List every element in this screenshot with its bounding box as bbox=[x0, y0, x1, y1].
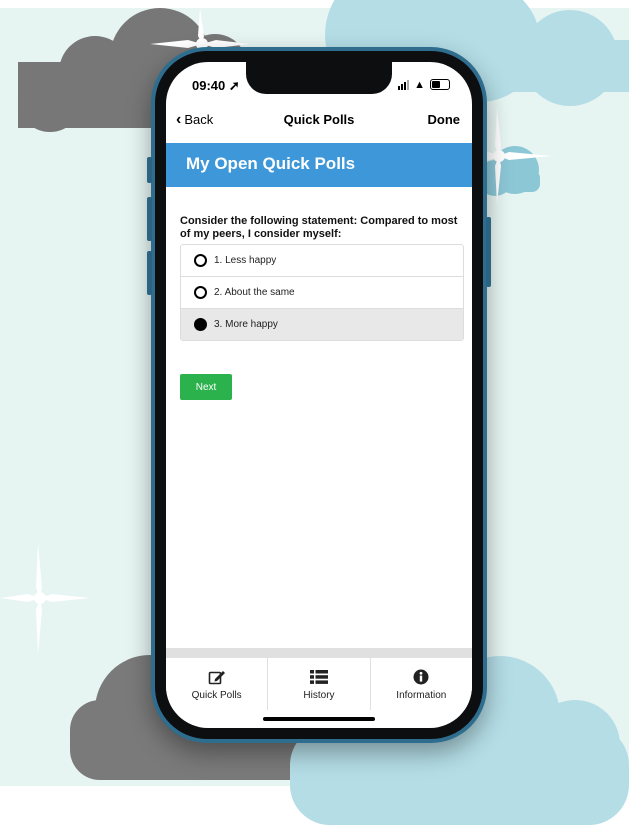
radio-selected-icon[interactable] bbox=[194, 318, 207, 331]
app-screen: 09:40 ➚ ▲ ‹ Back Quick Polls Done My Ope… bbox=[166, 62, 472, 728]
edit-icon bbox=[208, 668, 226, 686]
tab-quick-polls[interactable]: Quick Polls bbox=[166, 658, 267, 710]
phone-bezel: 09:40 ➚ ▲ ‹ Back Quick Polls Done My Ope… bbox=[155, 51, 483, 739]
tab-information[interactable]: Information bbox=[369, 658, 472, 710]
info-icon bbox=[413, 668, 429, 686]
page-header: My Open Quick Polls bbox=[166, 143, 472, 187]
radio-empty-icon[interactable] bbox=[194, 286, 207, 299]
tab-label: Quick Polls bbox=[191, 690, 242, 701]
wifi-icon: ▲ bbox=[414, 78, 425, 91]
notch bbox=[246, 62, 392, 94]
volume-up-button bbox=[147, 197, 152, 241]
poll-options: 1. Less happy 2. About the same 3. More … bbox=[180, 244, 464, 341]
home-indicator bbox=[263, 717, 375, 721]
signal-icon bbox=[398, 79, 410, 90]
tab-history[interactable]: History bbox=[267, 658, 369, 710]
tabbar-divider bbox=[166, 648, 472, 658]
next-button[interactable]: Next bbox=[180, 374, 232, 400]
nav-title: Quick Polls bbox=[283, 112, 355, 127]
list-icon bbox=[309, 668, 328, 686]
phone-frame: 09:40 ➚ ▲ ‹ Back Quick Polls Done My Ope… bbox=[147, 47, 491, 743]
done-button[interactable]: Done bbox=[428, 112, 461, 127]
volume-down-button bbox=[147, 251, 152, 295]
status-icons: ▲ bbox=[398, 79, 450, 90]
navigation-bar: ‹ Back Quick Polls Done bbox=[166, 106, 472, 136]
poll-option-label: 2. About the same bbox=[214, 287, 295, 298]
location-arrow-icon: ➚ bbox=[228, 78, 240, 93]
status-time: 09:40 ➚ bbox=[192, 78, 240, 93]
battery-icon bbox=[430, 79, 450, 90]
poll-option-label: 3. More happy bbox=[214, 319, 278, 330]
mute-switch bbox=[147, 157, 152, 183]
page-title: My Open Quick Polls bbox=[186, 154, 356, 173]
tab-label: Information bbox=[396, 690, 447, 701]
poll-option-2[interactable]: 2. About the same bbox=[181, 276, 463, 308]
poll-question: Consider the following statement: Compar… bbox=[180, 215, 458, 240]
tab-label: History bbox=[303, 690, 335, 701]
poll-option-label: 1. Less happy bbox=[214, 255, 277, 266]
power-button bbox=[486, 217, 491, 287]
radio-empty-icon[interactable] bbox=[194, 254, 207, 267]
poll-option-1[interactable]: 1. Less happy bbox=[181, 245, 463, 276]
tab-bar: Quick Polls History Information bbox=[166, 658, 472, 710]
poll-option-3[interactable]: 3. More happy bbox=[181, 308, 463, 340]
